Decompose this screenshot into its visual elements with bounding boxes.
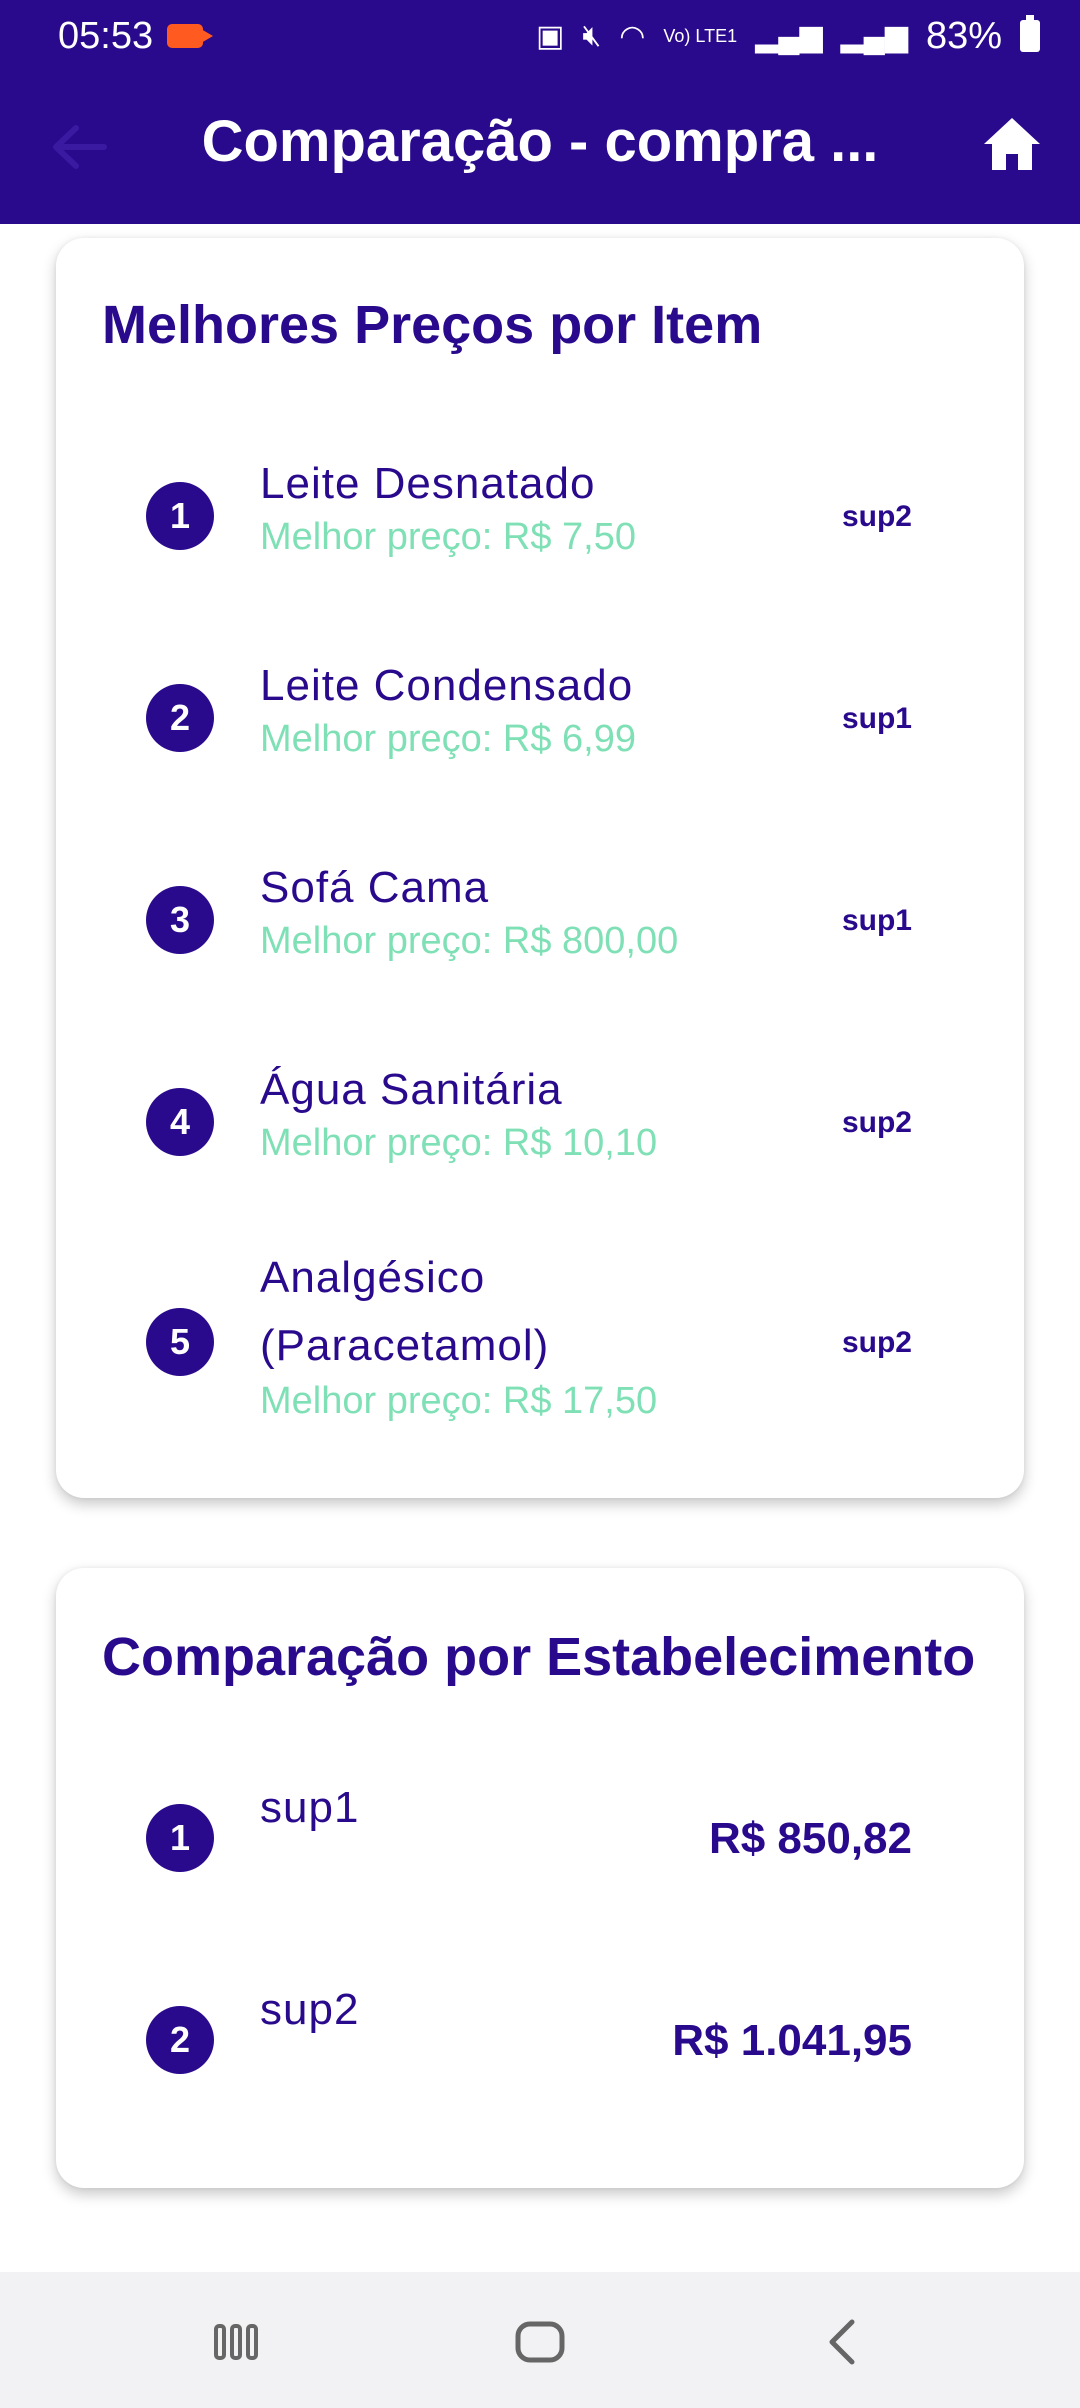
nfc-icon: ▣ [535,19,565,53]
item-name: Água Sanitária [260,1065,563,1114]
wifi-icon: ◠ [619,19,646,53]
item-index-badge: 2 [146,684,214,752]
store-comparison-title: Comparação por Estabelecimento [102,1627,976,1687]
status-time-group: 05:53 [58,14,214,58]
best-prices-card: Melhores Preços por Item 1 Leite Desnata… [56,238,1024,1498]
store-comparison-card: Comparação por Estabelecimento 1 sup1 R$… [56,1568,1024,2188]
item-index-badge: 4 [146,1088,214,1156]
item-name: Sofá Cama [260,863,490,912]
lte-icon: Vo) LTE1 [663,26,738,46]
item-store: sup2 [841,500,912,533]
item-best-price: Melhor preço: R$ 10,10 [260,1122,658,1164]
item-store: sup2 [841,1106,912,1139]
battery-percent: 83% [925,14,1002,57]
item-index-badge: 1 [146,482,214,550]
item-index-badge: 5 [146,1308,214,1376]
home-button-icon[interactable] [510,2312,570,2372]
item-best-price: Melhor preço: R$ 800,00 [260,920,679,962]
item-store: sup1 [841,702,912,735]
recent-apps-icon[interactable] [206,2312,266,2372]
item-name-line-1: Analgésico [260,1253,486,1302]
store-index-badge: 2 [146,2006,214,2074]
item-name-line-2: (Paracetamol) [260,1321,550,1370]
item-name: Leite Desnatado [260,459,596,508]
screen-record-icon [167,24,214,48]
store-total: R$ 850,82 [708,1814,912,1863]
back-button-icon[interactable] [814,2312,874,2372]
store-name: sup2 [260,1985,360,2034]
battery-icon [1020,15,1040,52]
store-total: R$ 1.041,95 [672,2016,912,2065]
item-best-price: Melhor preço: R$ 7,50 [260,516,636,558]
item-name: Leite Condensado [260,661,634,710]
status-icons: ▣ 🔇︎ ◠ Vo) LTE1 ▂▄▆ ▂▄▆ 83% [536,15,1040,58]
app-bar: Comparação - compra ... [0,72,1080,224]
item-store: sup2 [841,1326,912,1359]
store-index-badge: 1 [146,1804,214,1872]
item-store: sup1 [841,904,912,937]
status-time: 05:53 [58,14,154,57]
item-best-price: Melhor preço: R$ 17,50 [260,1380,658,1422]
signal-icon-2: ▂▄▆ [840,19,908,53]
mute-icon: 🔇︎ [582,19,602,52]
status-bar: 05:53 ▣ 🔇︎ ◠ Vo) LTE1 ▂▄▆ ▂▄▆ 83% [0,0,1080,72]
signal-icon-1: ▂▄▆ [755,19,823,53]
home-icon[interactable] [980,112,1044,176]
system-nav-bar [0,2272,1080,2408]
best-prices-title: Melhores Preços por Item [102,295,763,355]
store-name: sup1 [260,1783,360,1832]
page-title: Comparação - compra ... [201,109,879,174]
item-index-badge: 3 [146,886,214,954]
item-best-price: Melhor preço: R$ 6,99 [260,718,636,760]
